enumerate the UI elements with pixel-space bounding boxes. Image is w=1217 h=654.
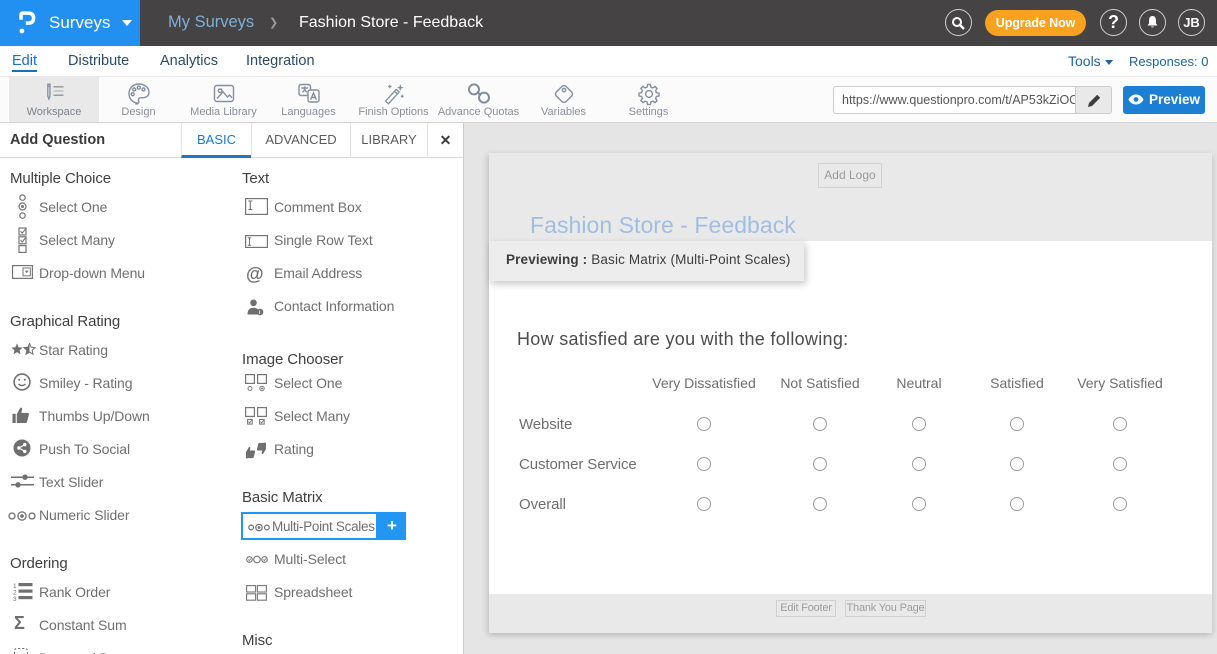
svg-text:3: 3 bbox=[13, 596, 17, 601]
